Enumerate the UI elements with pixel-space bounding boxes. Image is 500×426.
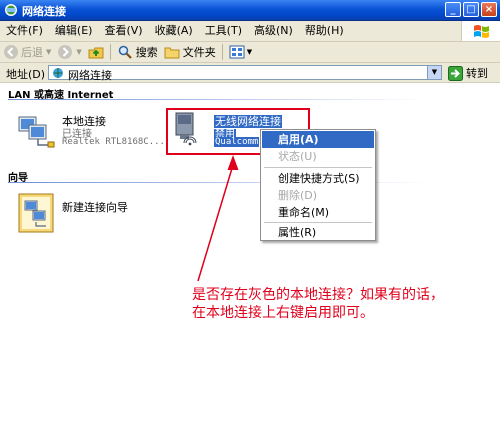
minimize-button[interactable]: _ bbox=[445, 2, 461, 17]
forward-dropdown-icon[interactable]: ▼ bbox=[76, 48, 81, 56]
content-area: LAN 或高速 Internet 本地连接 已连接 Realtek RTL816… bbox=[0, 83, 500, 426]
address-label: 地址(D) bbox=[6, 68, 46, 81]
menu-bar: 文件(F) 编辑(E) 查看(V) 收藏(A) 工具(T) 高级(N) 帮助(H… bbox=[0, 21, 500, 42]
menu-advanced[interactable]: 高级(N) bbox=[248, 21, 299, 41]
toolbar-separator bbox=[221, 44, 223, 60]
address-dropdown-icon[interactable]: ▼ bbox=[427, 66, 441, 79]
up-folder-icon bbox=[88, 47, 104, 59]
annotation-text: 是否存在灰色的本地连接？如果有的话， 在本地连接上右键启用即可。 bbox=[192, 286, 497, 322]
menu-tools[interactable]: 工具(T) bbox=[199, 21, 248, 41]
network-connections-icon bbox=[5, 4, 17, 16]
toolbar: 后退 ▼ ▼ 搜索 文件夹 ▼ bbox=[0, 42, 500, 63]
annotation-line-2: 在本地连接上右键启用即可。 bbox=[192, 305, 374, 321]
close-button[interactable]: × bbox=[481, 2, 497, 17]
network-globe-icon bbox=[53, 68, 63, 78]
maximize-button[interactable]: □ bbox=[463, 2, 479, 17]
search-icon bbox=[118, 45, 132, 59]
folder-icon bbox=[164, 47, 180, 59]
address-input[interactable]: 网络连接 ▼ bbox=[48, 65, 442, 82]
forward-arrow-icon bbox=[58, 45, 73, 59]
menu-file[interactable]: 文件(F) bbox=[0, 21, 49, 41]
search-button[interactable]: 搜索 bbox=[114, 42, 161, 62]
forward-button[interactable]: ▼ bbox=[54, 42, 84, 62]
back-arrow-icon bbox=[4, 45, 18, 59]
address-value: 网络连接 bbox=[68, 69, 112, 82]
address-bar: 地址(D) 网络连接 ▼ 转到 bbox=[0, 63, 500, 83]
window-controls: _ □ × bbox=[445, 2, 497, 17]
views-grid-icon bbox=[229, 45, 245, 59]
up-folder-button[interactable] bbox=[85, 42, 107, 62]
menu-view[interactable]: 查看(V) bbox=[98, 21, 148, 41]
views-dropdown-icon[interactable]: ▼ bbox=[247, 48, 252, 56]
go-label: 转到 bbox=[466, 67, 488, 80]
go-button[interactable]: 转到 bbox=[448, 65, 488, 81]
title-bar[interactable]: 网络连接 _ □ × bbox=[0, 0, 500, 21]
menu-favorites[interactable]: 收藏(A) bbox=[149, 21, 199, 41]
menu-edit[interactable]: 编辑(E) bbox=[49, 21, 99, 41]
toolbar-separator bbox=[109, 44, 111, 60]
go-arrow-icon bbox=[448, 65, 463, 81]
back-button[interactable]: 后退 ▼ bbox=[0, 42, 54, 62]
explorer-window: 网络连接 _ □ × 文件(F) 编辑(E) 查看(V) 收藏(A) 工具(T)… bbox=[0, 0, 500, 426]
search-label: 搜索 bbox=[135, 46, 158, 59]
back-dropdown-icon[interactable]: ▼ bbox=[46, 48, 51, 56]
annotation-arrow bbox=[197, 155, 239, 282]
annotation-line-1: 是否存在灰色的本地连接？如果有的话， bbox=[192, 287, 444, 303]
folders-button[interactable]: 文件夹 bbox=[161, 42, 219, 62]
back-label: 后退 bbox=[21, 46, 43, 59]
window-title: 网络连接 bbox=[22, 5, 66, 18]
views-button[interactable]: ▼ bbox=[226, 42, 255, 62]
folders-label: 文件夹 bbox=[182, 46, 216, 59]
menu-help[interactable]: 帮助(H) bbox=[299, 21, 350, 41]
windows-logo-icon bbox=[461, 21, 500, 41]
